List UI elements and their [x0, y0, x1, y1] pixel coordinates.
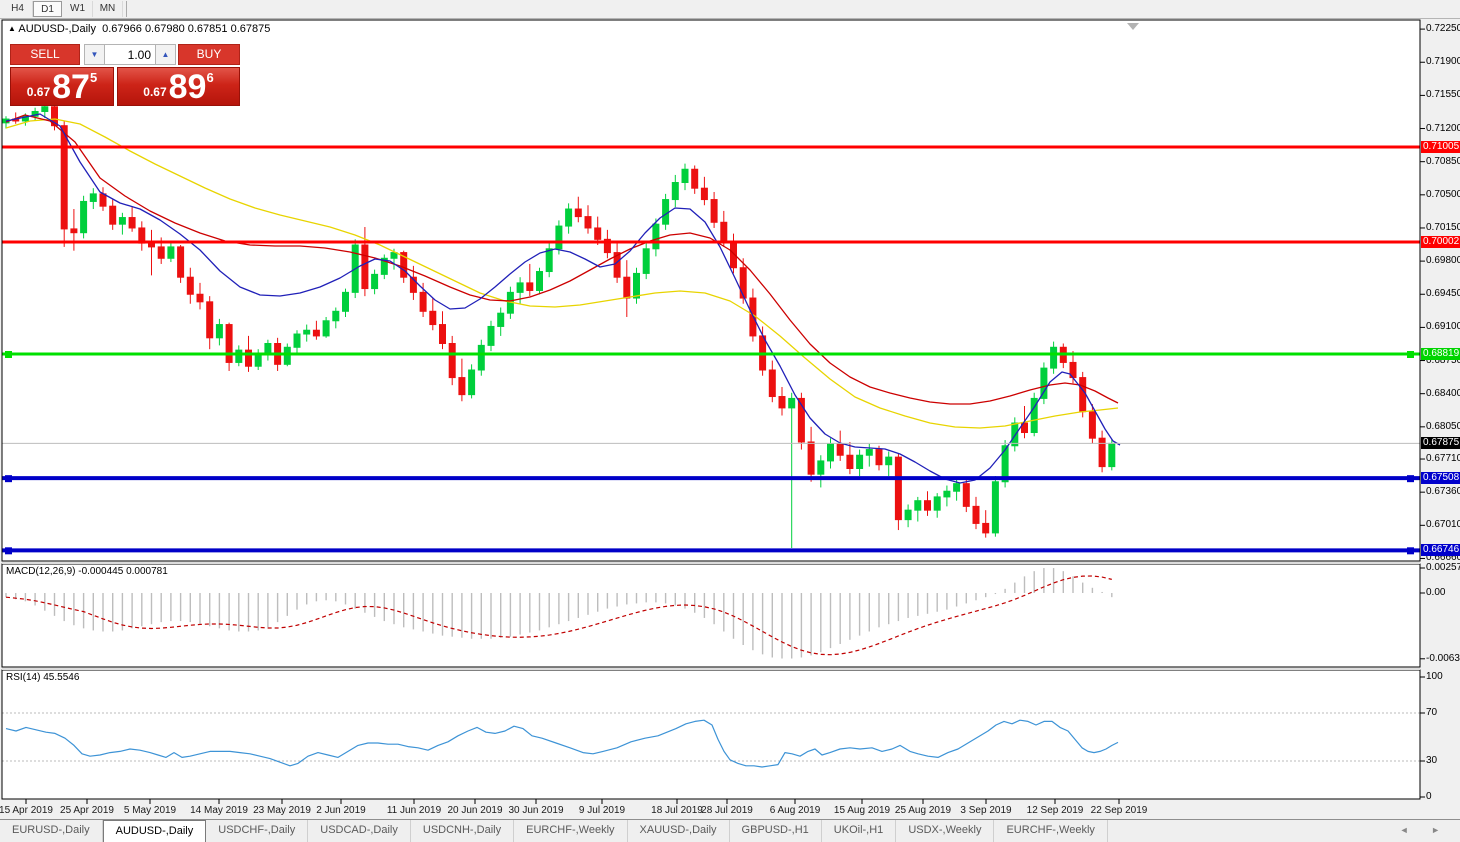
buy-price-big: 89	[169, 72, 207, 102]
sell-price-button[interactable]: 0.67 87 5	[10, 67, 114, 106]
date-tick-label: 11 Jun 2019	[387, 805, 441, 816]
price-tick-label: 0.70850	[1426, 156, 1460, 167]
chart-tab-usdx-weekly[interactable]: USDX-,Weekly	[896, 820, 994, 842]
price-tick-label: 0.70150	[1426, 222, 1460, 233]
date-tick-label: 6 Aug 2019	[770, 805, 821, 816]
chart-tab-audusd-daily[interactable]: AUDUSD-,Daily	[103, 820, 207, 842]
chart-tab-eurchf-weekly[interactable]: EURCHF-,Weekly	[994, 820, 1107, 842]
date-tick-label: 25 Apr 2019	[60, 805, 114, 816]
terminal-window: H4D1W1MN ▲ AUDUSD-,Daily 0.67966 0.67980…	[0, 0, 1460, 841]
volume-decrease-button[interactable]: ▼	[84, 44, 105, 65]
volume-increase-button[interactable]: ▲	[155, 44, 176, 65]
macd-tick-label: 0.002574	[1426, 562, 1460, 573]
date-tick-label: 18 Jul 2019	[651, 805, 703, 816]
chart-shift-marker-icon[interactable]	[1127, 23, 1139, 30]
date-tick-label: 22 Sep 2019	[1091, 805, 1148, 816]
chart-symbol-label: AUDUSD-,Daily	[18, 23, 96, 35]
price-tick-label: 0.68400	[1426, 388, 1460, 399]
buy-price-button[interactable]: 0.67 89 6	[117, 67, 240, 106]
price-tick-label: 0.72250	[1426, 23, 1460, 34]
rsi-indicator-label: RSI(14) 45.5546	[6, 672, 79, 683]
sell-price-pip: 5	[90, 70, 97, 85]
macd-indicator-label: MACD(12,26,9) -0.000445 0.000781	[6, 566, 168, 577]
price-level-badge: 0.66746	[1421, 544, 1460, 556]
panel-separator[interactable]	[2, 668, 1420, 670]
chart-tab-usdcad-daily[interactable]: USDCAD-,Daily	[308, 820, 411, 842]
date-tick-label: 28 Jul 2019	[701, 805, 753, 816]
price-tick-label: 0.71550	[1426, 89, 1460, 100]
chart-tab-ukoil-h1[interactable]: UKOil-,H1	[822, 820, 897, 842]
collapse-triangle-icon[interactable]: ▲	[8, 24, 16, 33]
price-level-badge: 0.67875	[1421, 437, 1460, 449]
chart-ohlc-values: 0.67966 0.67980 0.67851 0.67875	[102, 23, 270, 35]
date-tick-label: 25 Aug 2019	[895, 805, 951, 816]
chart-tab-eurusd-daily[interactable]: EURUSD-,Daily	[0, 820, 103, 842]
date-tick-label: 2 Jun 2019	[316, 805, 366, 816]
date-tick-label: 3 Sep 2019	[960, 805, 1011, 816]
rsi-tick-label: 100	[1426, 671, 1443, 682]
chart-title: ▲ AUDUSD-,Daily 0.67966 0.67980 0.67851 …	[8, 23, 270, 35]
price-tick-label: 0.69100	[1426, 321, 1460, 332]
date-tick-label: 15 Apr 2019	[0, 805, 53, 816]
sell-price-big: 87	[52, 72, 90, 102]
volume-input[interactable]	[105, 44, 155, 65]
macd-tick-label: -0.006326	[1426, 653, 1460, 664]
price-tick-label: 0.69450	[1426, 288, 1460, 299]
tab-scroll-arrows[interactable]: ◄ ►	[1400, 820, 1460, 842]
rsi-tick-label: 70	[1426, 707, 1437, 718]
price-level-badge: 0.71005	[1421, 141, 1460, 153]
date-tick-label: 30 Jun 2019	[508, 805, 563, 816]
date-tick-label: 23 May 2019	[253, 805, 311, 816]
date-tick-label: 20 Jun 2019	[447, 805, 502, 816]
buy-price-pip: 6	[206, 70, 213, 85]
chart-tab-usdchf-daily[interactable]: USDCHF-,Daily	[206, 820, 308, 842]
macd-tick-label: 0.00	[1426, 587, 1445, 598]
rsi-tick-label: 30	[1426, 755, 1437, 766]
price-level-badge: 0.70002	[1421, 236, 1460, 248]
rsi-tick-label: 0	[1426, 791, 1432, 802]
chart-tab-bar: EURUSD-,DailyAUDUSD-,DailyUSDCHF-,DailyU…	[0, 819, 1460, 842]
price-tick-label: 0.67360	[1426, 486, 1460, 497]
chart-tab-usdcnh-daily[interactable]: USDCNH-,Daily	[411, 820, 514, 842]
buy-price-prefix: 0.67	[143, 85, 166, 99]
chart-tab-eurchf-weekly[interactable]: EURCHF-,Weekly	[514, 820, 627, 842]
sell-button[interactable]: SELL	[10, 44, 80, 65]
sell-price-prefix: 0.67	[27, 85, 50, 99]
chart-tab-xauusd-daily[interactable]: XAUUSD-,Daily	[628, 820, 730, 842]
price-tick-label: 0.70500	[1426, 189, 1460, 200]
date-tick-label: 5 May 2019	[124, 805, 176, 816]
date-tick-label: 14 May 2019	[190, 805, 248, 816]
price-tick-label: 0.69800	[1426, 255, 1460, 266]
price-level-badge: 0.68819	[1421, 348, 1460, 360]
price-tick-label: 0.68050	[1426, 421, 1460, 432]
chart-surface[interactable]	[0, 0, 1460, 841]
date-tick-label: 15 Aug 2019	[834, 805, 890, 816]
panel-separator[interactable]	[2, 562, 1420, 564]
date-tick-label: 12 Sep 2019	[1027, 805, 1084, 816]
price-tick-label: 0.71200	[1426, 123, 1460, 134]
price-tick-label: 0.71900	[1426, 56, 1460, 67]
chart-tab-gbpusd-h1[interactable]: GBPUSD-,H1	[730, 820, 822, 842]
price-tick-label: 0.67710	[1426, 453, 1460, 464]
price-level-badge: 0.67508	[1421, 472, 1460, 484]
buy-button[interactable]: BUY	[178, 44, 240, 65]
date-tick-label: 9 Jul 2019	[579, 805, 625, 816]
price-tick-label: 0.67010	[1426, 519, 1460, 530]
